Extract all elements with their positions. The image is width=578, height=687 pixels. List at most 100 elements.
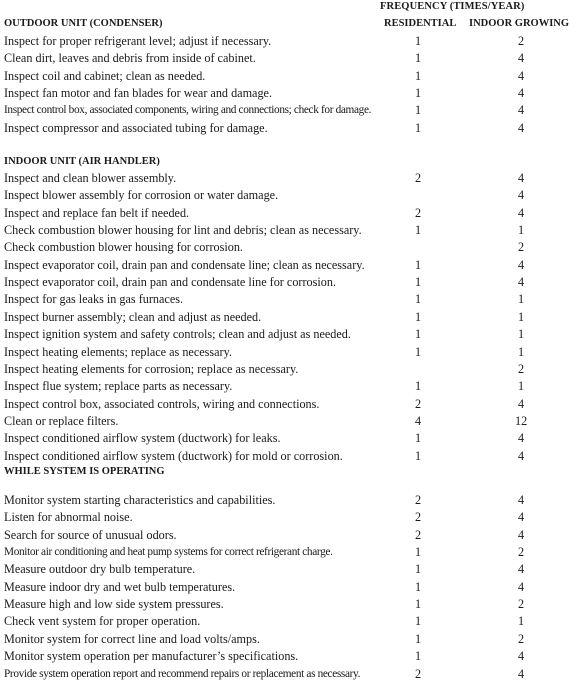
- indoor-growing-frequency: 1: [517, 223, 525, 238]
- residential-frequency: 2: [414, 510, 422, 525]
- indoor-growing-frequency: 4: [517, 527, 525, 542]
- residential-frequency: 1: [414, 86, 422, 101]
- table-row: Inspect evaporator coil, drain pan and c…: [0, 275, 578, 292]
- task-description: Inspect evaporator coil, drain pan and c…: [4, 257, 365, 272]
- indoor-growing-frequency: 4: [517, 510, 525, 525]
- indoor-growing-frequency: 1: [517, 344, 525, 359]
- table-row: Search for source of unusual odors. 2 4: [0, 528, 578, 545]
- residential-frequency: 1: [414, 562, 422, 577]
- table-row: Measure indoor dry and wet bulb temperat…: [0, 580, 578, 597]
- indoor-growing-frequency: 4: [517, 275, 525, 290]
- table-row: Inspect control box, associated controls…: [0, 397, 578, 414]
- residential-frequency: 1: [414, 545, 422, 560]
- table-row: Inspect evaporator coil, drain pan and c…: [0, 258, 578, 275]
- task-description: Clean dirt, leaves and debris from insid…: [4, 51, 256, 66]
- indoor-growing-frequency: 4: [517, 666, 525, 681]
- table-row: Inspect and replace fan belt if needed. 2…: [0, 206, 578, 223]
- table-row: Monitor system operation per manufacture…: [0, 649, 578, 666]
- indoor-growing-frequency: 12: [515, 413, 528, 428]
- indoor-growing-frequency: 1: [517, 379, 525, 394]
- frequency-header: FREQUENCY (TIMES/YEAR): [380, 1, 525, 12]
- task-description: Inspect burner assembly; clean and adjus…: [4, 309, 262, 324]
- indoor-growing-frequency: 4: [517, 171, 525, 185]
- residential-frequency: 1: [414, 379, 422, 394]
- table-row: Inspect burner assembly; clean and adjus…: [0, 310, 578, 327]
- indoor-growing-frequency: 4: [517, 205, 525, 220]
- residential-frequency: 1: [414, 292, 422, 307]
- residential-frequency: 1: [414, 257, 422, 272]
- task-description: Inspect control box, associated controls…: [4, 396, 320, 411]
- residential-frequency: 4: [414, 413, 422, 428]
- task-description: Inspect coil and cabinet; clean as neede…: [4, 68, 206, 83]
- indoor-growing-frequency: 2: [517, 597, 525, 612]
- column-header-residential: RESIDENTIAL: [384, 18, 457, 29]
- task-description: Clean or replace filters.: [4, 413, 119, 428]
- task-description: Check vent system for proper operation.: [4, 614, 201, 629]
- task-description: Provide system operation report and reco…: [4, 667, 361, 680]
- task-description: Inspect conditioned airflow system (duct…: [4, 431, 281, 446]
- task-description: Monitor system operation per manufacture…: [4, 649, 299, 664]
- residential-frequency: 1: [414, 120, 422, 135]
- residential-frequency: 1: [414, 51, 422, 66]
- indoor-growing-frequency: 4: [517, 493, 525, 507]
- table-row: Inspect conditioned airflow system (duct…: [0, 449, 578, 466]
- task-description: Inspect fan motor and fan blades for wea…: [4, 86, 273, 101]
- task-description: Inspect ignition system and safety contr…: [4, 327, 351, 342]
- residential-frequency: 1: [414, 34, 422, 48]
- indoor-growing-frequency: 4: [517, 431, 525, 446]
- indoor-growing-frequency: 4: [517, 448, 525, 463]
- indoor-growing-frequency: 1: [517, 614, 525, 629]
- task-description: Monitor system starting characteristics …: [4, 493, 276, 507]
- task-description: Inspect heating elements for corrosion; …: [4, 361, 299, 376]
- residential-frequency: 1: [414, 344, 422, 359]
- task-description: Inspect for proper refrigerant level; ad…: [4, 34, 272, 48]
- indoor-growing-frequency: 4: [517, 562, 525, 577]
- table-row: Monitor air conditioning and heat pump s…: [0, 545, 578, 562]
- indoor-growing-frequency: 2: [517, 361, 525, 376]
- residential-frequency: 2: [414, 666, 422, 681]
- task-description: Inspect heating elements; replace as nec…: [4, 344, 232, 359]
- table-row: Check vent system for proper operation. 1…: [0, 614, 578, 631]
- residential-frequency: 1: [414, 327, 422, 342]
- table-row: Inspect heating elements; replace as nec…: [0, 345, 578, 362]
- table-row: Provide system operation report and reco…: [0, 667, 578, 684]
- table-row: Check combustion blower housing for lint…: [0, 223, 578, 240]
- table-row: Inspect for proper refrigerant level; ad…: [0, 34, 578, 51]
- table-row: Clean or replace filters. 4 12: [0, 414, 578, 431]
- table-row: Check combustion blower housing for corr…: [0, 240, 578, 257]
- task-description: Inspect for gas leaks in gas furnaces.: [4, 292, 184, 307]
- indoor-growing-frequency: 4: [517, 188, 525, 203]
- residential-frequency: 1: [414, 448, 422, 463]
- indoor-growing-frequency: 1: [517, 309, 525, 324]
- indoor-growing-frequency: 4: [517, 103, 525, 118]
- task-description: Inspect flue system; replace parts as ne…: [4, 379, 233, 394]
- section-title: INDOOR UNIT (AIR HANDLER): [4, 156, 160, 167]
- residential-frequency: 1: [414, 579, 422, 594]
- residential-frequency: 1: [414, 614, 422, 629]
- table-row: Inspect blower assembly for corrosion or…: [0, 188, 578, 205]
- task-description: Measure outdoor dry bulb temperature.: [4, 562, 196, 577]
- section-title: OUTDOOR UNIT (CONDENSER): [4, 18, 163, 29]
- task-description: Inspect and replace fan belt if needed.: [4, 205, 190, 220]
- task-description: Search for source of unusual odors.: [4, 527, 177, 542]
- residential-frequency: 1: [414, 309, 422, 324]
- task-description: Inspect compressor and associated tubing…: [4, 120, 268, 135]
- residential-frequency: 1: [414, 275, 422, 290]
- task-description: Monitor air conditioning and heat pump s…: [4, 546, 333, 559]
- residential-frequency: 1: [414, 649, 422, 664]
- indoor-growing-frequency: 4: [517, 86, 525, 101]
- column-header-indoor-growing: INDOOR GROWING: [469, 18, 570, 29]
- indoor-growing-frequency: 4: [517, 257, 525, 272]
- indoor-growing-frequency: 2: [517, 240, 525, 255]
- residential-frequency: 1: [414, 597, 422, 612]
- indoor-growing-frequency: 4: [517, 396, 525, 411]
- indoor-growing-frequency: 4: [517, 579, 525, 594]
- task-description: Inspect conditioned airflow system (duct…: [4, 448, 343, 463]
- table-row: Measure outdoor dry bulb temperature. 1 4: [0, 562, 578, 579]
- table-row: Inspect flue system; replace parts as ne…: [0, 379, 578, 396]
- indoor-growing-frequency: 4: [517, 68, 525, 83]
- residential-frequency: 2: [414, 527, 422, 542]
- residential-frequency: 1: [414, 631, 422, 646]
- table-row: Inspect compressor and associated tubing…: [0, 121, 578, 138]
- table-row: Inspect fan motor and fan blades for wea…: [0, 86, 578, 103]
